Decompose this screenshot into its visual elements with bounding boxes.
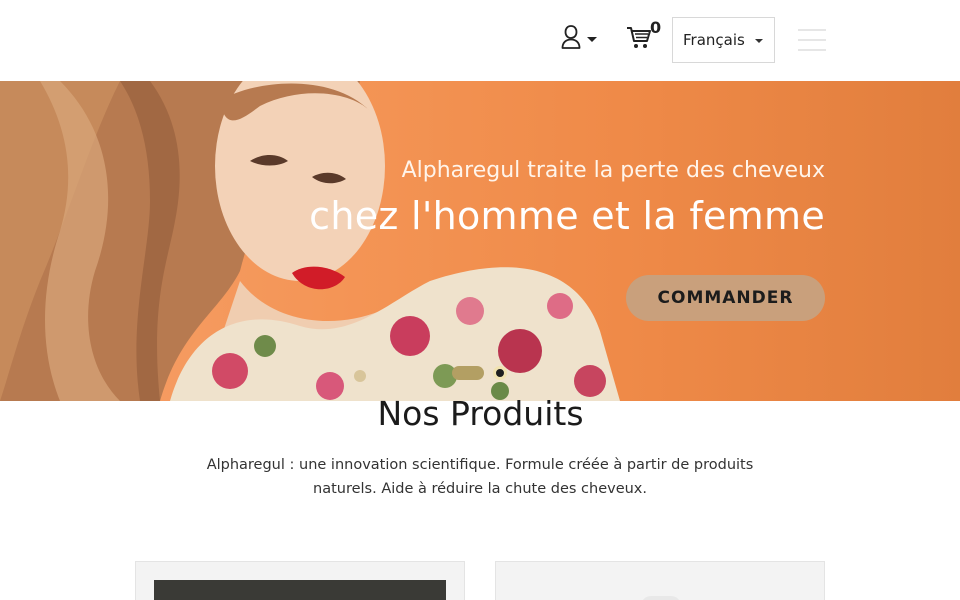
- cart-count-badge: 0: [650, 18, 662, 37]
- user-icon: [560, 24, 582, 54]
- carousel-indicator-2[interactable]: [493, 366, 507, 380]
- hamburger-menu-icon[interactable]: [798, 29, 826, 51]
- hero-subtitle: Alpharegul traite la perte des cheveux: [401, 158, 825, 183]
- product-image: [641, 596, 681, 600]
- hero-carousel: Alpharegul traite la perte des cheveux c…: [0, 81, 960, 401]
- carousel-indicator-1[interactable]: [452, 366, 484, 380]
- chevron-down-icon: [755, 39, 763, 43]
- hero-photo: [0, 81, 620, 401]
- user-account-menu[interactable]: [560, 24, 602, 54]
- hero-title: chez l'homme et la femme: [309, 194, 825, 238]
- site-header: 0 Français: [0, 0, 960, 81]
- products-section-title: Nos Produits: [377, 394, 584, 433]
- order-button[interactable]: COMMANDER: [626, 275, 825, 321]
- chevron-down-icon: [587, 36, 597, 42]
- product-card[interactable]: [135, 561, 465, 600]
- language-label: Français: [683, 31, 745, 49]
- cart-icon: [626, 27, 652, 54]
- products-description: Alpharegul : une innovation scientifique…: [206, 457, 754, 497]
- language-select[interactable]: Français: [672, 17, 775, 63]
- product-card[interactable]: [495, 561, 825, 600]
- product-image: [154, 580, 446, 600]
